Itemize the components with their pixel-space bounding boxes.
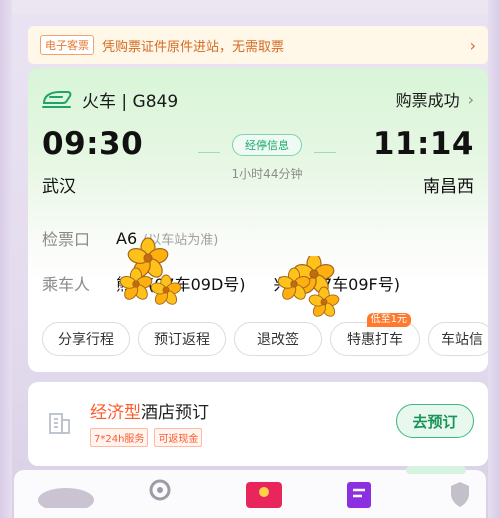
- flower-sticker-a: [119, 237, 182, 305]
- hotel-tag: 可返现金: [154, 428, 203, 447]
- order-status[interactable]: 购票成功 ›: [396, 87, 474, 111]
- arrival-time: 11:14: [372, 126, 474, 162]
- book-hotel-button[interactable]: 去预订: [396, 404, 474, 438]
- schedule-section: 09:30 11:14 武汉 南昌西 经停信息 1小时44分钟: [42, 126, 474, 206]
- location-pin-icon[interactable]: [148, 478, 172, 508]
- ticket-header: 火车 | G849 购票成功 ›: [42, 86, 474, 112]
- left-edge-decoration: [0, 0, 12, 518]
- chevron-right-icon: ›: [467, 89, 474, 109]
- right-edge-decoration: [488, 0, 500, 518]
- route-middle: 经停信息 1小时44分钟: [198, 134, 336, 182]
- hotel-tag: 7*24h服务: [90, 428, 149, 447]
- order-status-text: 购票成功: [395, 91, 460, 110]
- train-icon: [42, 89, 72, 109]
- e-ticket-notice-banner[interactable]: 电子客票 凭购票证件原件进站，无需取票 ›: [28, 26, 488, 64]
- discount-taxi-button[interactable]: 特惠打车 低至1元: [330, 313, 420, 356]
- hotel-title-rest: 酒店预订: [141, 403, 209, 423]
- e-ticket-tag: 电子客票: [40, 35, 94, 55]
- train-number-label: 火车 | G849: [82, 91, 179, 112]
- hotel-promo-card[interactable]: 经济型酒店预订 7*24h服务 可返现金 去预订: [28, 382, 488, 466]
- station-info-button[interactable]: 车站信: [428, 322, 488, 356]
- share-trip-button[interactable]: 分享行程: [42, 322, 130, 356]
- hotel-building-icon: [46, 410, 72, 436]
- discount-taxi-label: 特惠打车: [347, 332, 403, 348]
- action-buttons: 分享行程 预订返程 退改签 特惠打车 低至1元 车站信: [42, 313, 488, 358]
- discount-badge: 低至1元: [366, 313, 411, 327]
- route-line-left: [198, 152, 220, 153]
- arrival-station: 南昌西: [423, 177, 474, 197]
- flower-sticker-b: [278, 256, 340, 317]
- departure-station: 武汉: [42, 177, 76, 197]
- passenger-label: 乘车人: [42, 275, 91, 294]
- cloud-icon[interactable]: [36, 478, 96, 508]
- hotel-tags: 7*24h服务 可返现金: [90, 428, 203, 447]
- refund-change-button[interactable]: 退改签: [234, 322, 322, 356]
- stops-info-button[interactable]: 经停信息: [232, 134, 302, 156]
- book-return-button[interactable]: 预订返程: [138, 322, 226, 356]
- red-envelope-icon[interactable]: [242, 478, 286, 508]
- flower-sticker: [119, 237, 182, 305]
- travel-duration: 1小时44分钟: [231, 167, 303, 181]
- shield-icon[interactable]: [448, 478, 472, 508]
- e-ticket-notice-text: 凭购票证件原件进站，无需取票: [102, 39, 285, 55]
- departure-time: 09:30: [42, 126, 144, 162]
- partial-button-peek: [406, 466, 466, 474]
- route-line-right: [314, 152, 336, 153]
- hotel-title: 经济型酒店预订: [90, 398, 209, 423]
- bottom-tab-bar: [14, 466, 486, 518]
- gate-label: 检票口: [42, 230, 91, 249]
- hotel-title-highlight: 经济型: [90, 403, 141, 423]
- chevron-right-icon: ›: [469, 35, 476, 55]
- ticket-card: 火车 | G849 购票成功 › 09:30 11:14 武汉 南昌西 经停信息…: [28, 68, 488, 372]
- window-top-edge: [0, 0, 500, 14]
- flower-sticker: [278, 256, 340, 317]
- bookmark-icon[interactable]: [344, 478, 374, 508]
